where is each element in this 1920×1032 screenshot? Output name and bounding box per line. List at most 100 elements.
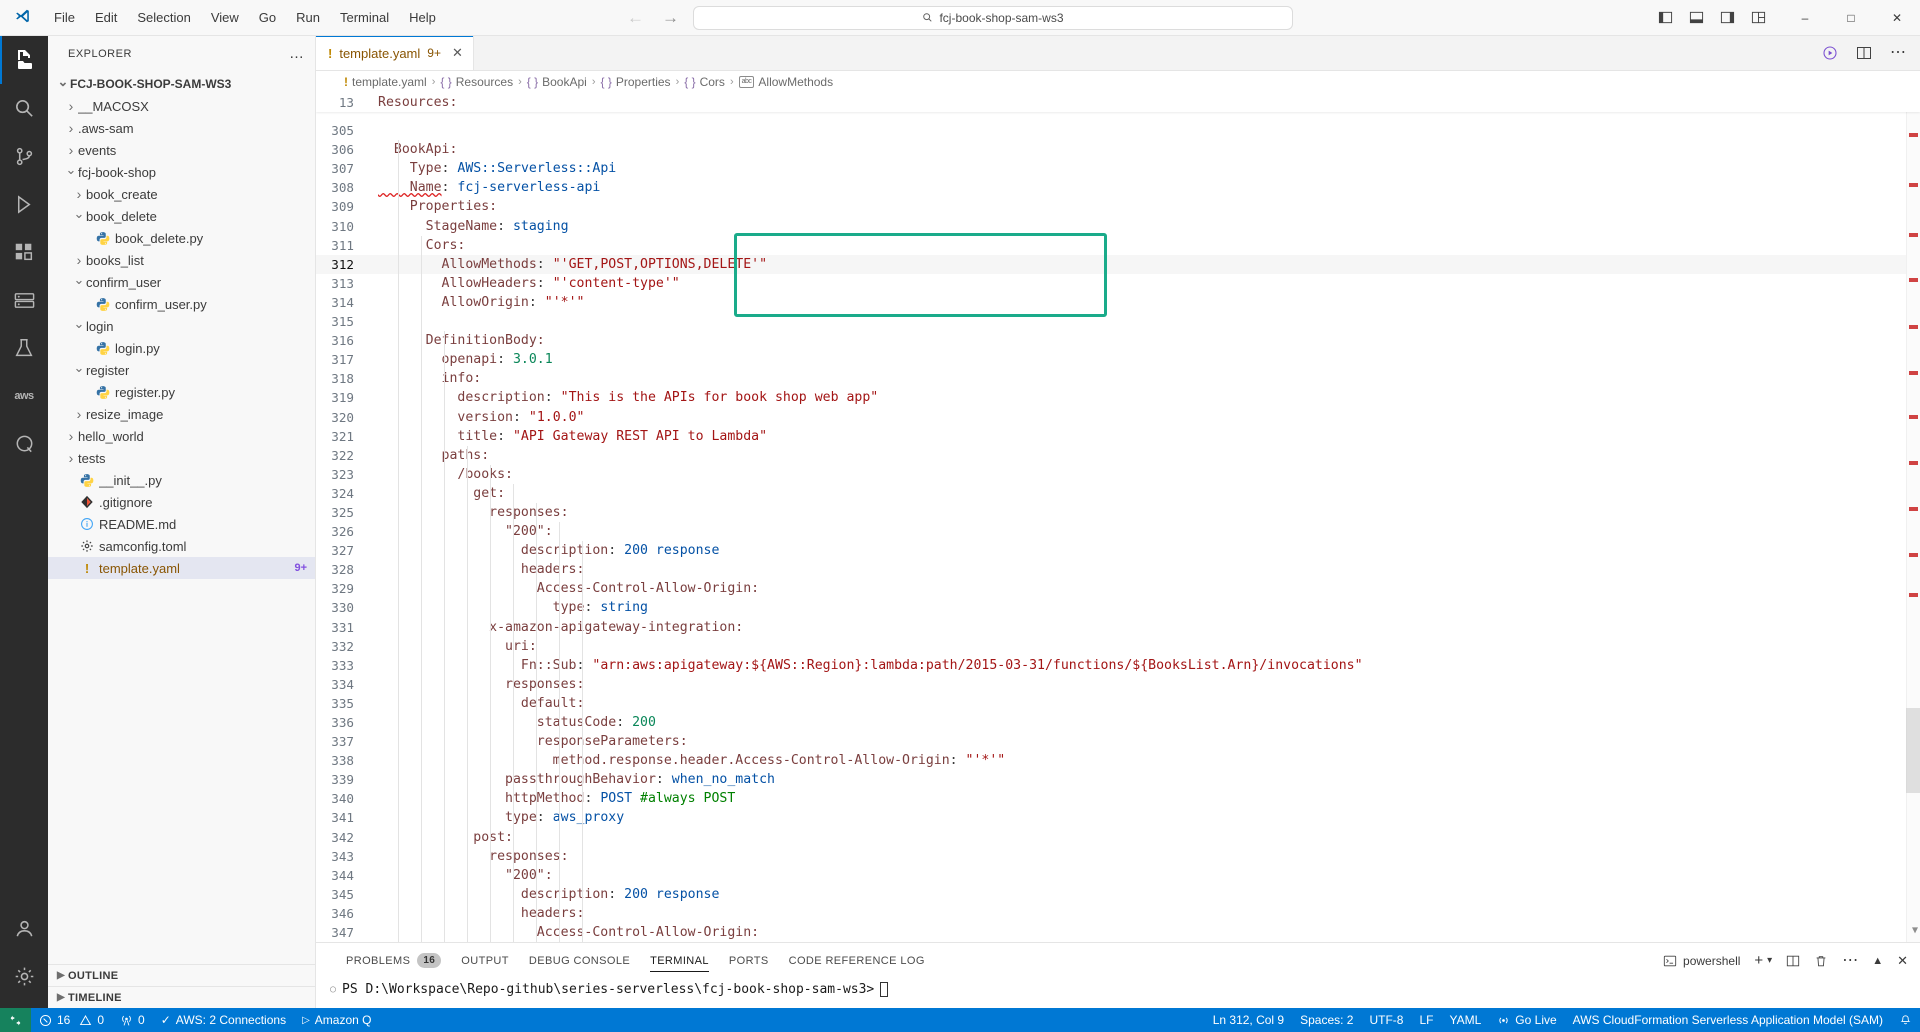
tree-folder-hello_world[interactable]: › hello_world: [48, 425, 315, 447]
code-line-310[interactable]: 310 StageName: staging: [316, 217, 1920, 236]
code-line-333[interactable]: 333 Fn::Sub: "arn:aws:apigateway:${AWS::…: [316, 656, 1920, 675]
notifications-bell-icon[interactable]: [1891, 1008, 1920, 1032]
code-line-346[interactable]: 346 headers:: [316, 904, 1920, 923]
code-editor[interactable]: 13 Resources: 305 306 BookApi: 307 Type: A…: [316, 93, 1920, 943]
remote-explorer-icon[interactable]: [0, 276, 48, 324]
extensions-icon[interactable]: [0, 228, 48, 276]
settings-gear-icon[interactable]: [0, 952, 48, 1000]
aws-connections-status[interactable]: ✓ AWS: 2 Connections: [153, 1008, 294, 1032]
breadcrumb-item-AllowMethods[interactable]: abc AllowMethods: [738, 75, 833, 89]
testing-icon[interactable]: [0, 324, 48, 372]
code-line-332[interactable]: 332 uri:: [316, 637, 1920, 656]
trash-icon[interactable]: [1814, 954, 1828, 968]
panel-tab-output[interactable]: OUTPUT: [451, 943, 519, 978]
code-line-326[interactable]: 326 "200":: [316, 522, 1920, 541]
breadcrumb-item-template.yaml[interactable]: ! template.yaml: [344, 75, 427, 89]
code-line-334[interactable]: 334 responses:: [316, 675, 1920, 694]
code-line-317[interactable]: 317 openapi: 3.0.1: [316, 350, 1920, 369]
aws-toolkit-icon[interactable]: aws: [0, 372, 48, 420]
breadcrumb-item-BookApi[interactable]: { } BookApi: [527, 75, 587, 89]
tree-file-__init__.py[interactable]: __init__.py: [48, 469, 315, 491]
remote-window-icon[interactable]: [0, 1008, 31, 1032]
code-line-309[interactable]: 309 Properties:: [316, 197, 1920, 216]
problems-status[interactable]: 16 0: [31, 1008, 112, 1032]
code-line-344[interactable]: 344 "200":: [316, 866, 1920, 885]
code-line-328[interactable]: 328 headers:: [316, 560, 1920, 579]
code-line-320[interactable]: 320 version: "1.0.0": [316, 408, 1920, 427]
tree-folder-register[interactable]: ⌄ register: [48, 359, 315, 381]
scrollbar-thumb[interactable]: [1906, 708, 1920, 793]
code-line-343[interactable]: 343 responses:: [316, 847, 1920, 866]
code-line-347[interactable]: 347 Access-Control-Allow-Origin:: [316, 923, 1920, 942]
toggle-secondary-sidebar-icon[interactable]: [1720, 10, 1735, 25]
tree-folder-book_create[interactable]: › book_create: [48, 183, 315, 205]
tree-file-confirm_user.py[interactable]: confirm_user.py: [48, 293, 315, 315]
tree-folder-confirm_user[interactable]: ⌄ confirm_user: [48, 271, 315, 293]
language-mode[interactable]: YAML: [1442, 1008, 1490, 1032]
close-icon[interactable]: ✕: [452, 45, 463, 61]
breadcrumb-item-Properties[interactable]: { } Properties: [601, 75, 671, 89]
code-line-342[interactable]: 342 post:: [316, 828, 1920, 847]
code-line-322[interactable]: 322 paths:: [316, 446, 1920, 465]
code-line-325[interactable]: 325 responses:: [316, 503, 1920, 522]
tree-folder-events[interactable]: › events: [48, 139, 315, 161]
code-line-338[interactable]: 338 method.response.header.Access-Contro…: [316, 751, 1920, 770]
code-line-311[interactable]: 311 Cors:: [316, 236, 1920, 255]
menu-run[interactable]: Run: [286, 5, 330, 31]
editor-scrollbar[interactable]: ▲ ▼: [1906, 93, 1920, 943]
tree-file-template.yaml[interactable]: ! template.yaml 9+: [48, 557, 315, 579]
encoding[interactable]: UTF-8: [1361, 1008, 1411, 1032]
tree-root-folder[interactable]: ⌄ FCJ-BOOK-SHOP-SAM-WS3: [48, 73, 315, 95]
arrow-left-icon[interactable]: ←: [627, 9, 644, 26]
customize-layout-icon[interactable]: [1751, 10, 1766, 25]
code-line-318[interactable]: 318 info:: [316, 369, 1920, 388]
chevron-down-icon[interactable]: ▾: [1767, 955, 1772, 966]
tree-file-.gitignore[interactable]: .gitignore: [48, 491, 315, 513]
code-line-335[interactable]: 335 default:: [316, 694, 1920, 713]
code-line-336[interactable]: 336 statusCode: 200: [316, 713, 1920, 732]
code-line-329[interactable]: 329 Access-Control-Allow-Origin:: [316, 579, 1920, 598]
code-line-324[interactable]: 324 get:: [316, 484, 1920, 503]
tree-folder-tests[interactable]: › tests: [48, 447, 315, 469]
code-line-339[interactable]: 339 passthroughBehavior: when_no_match: [316, 770, 1920, 789]
code-line-341[interactable]: 341 type: aws_proxy: [316, 808, 1920, 827]
source-control-icon[interactable]: [0, 132, 48, 180]
tree-file-register.py[interactable]: register.py: [48, 381, 315, 403]
sidebar-more-actions-icon[interactable]: …: [289, 45, 305, 62]
breadcrumb-item-Cors[interactable]: { } Cors: [684, 75, 725, 89]
indentation[interactable]: Spaces: 2: [1292, 1008, 1361, 1032]
code-line-312[interactable]: 312 AllowMethods: "'GET,POST,OPTIONS,DEL…: [316, 254, 1920, 274]
accounts-icon[interactable]: [0, 904, 48, 952]
code-line-327[interactable]: 327 description: 200 response: [316, 541, 1920, 560]
tree-folder-login[interactable]: ⌄ login: [48, 315, 315, 337]
amazon-q-status[interactable]: ▷ Amazon Q: [294, 1008, 379, 1032]
tree-file-samconfig.toml[interactable]: samconfig.toml: [48, 535, 315, 557]
code-line-319[interactable]: 319 description: "This is the APIs for b…: [316, 388, 1920, 407]
outline-section[interactable]: ▶ OUTLINE: [48, 964, 315, 986]
code-line-323[interactable]: 323 /books:: [316, 465, 1920, 484]
tree-folder-fcj-book-shop[interactable]: ⌄ fcj-book-shop: [48, 161, 315, 183]
plus-icon[interactable]: +: [1754, 952, 1763, 969]
go-live[interactable]: Go Live: [1489, 1008, 1564, 1032]
code-line-306[interactable]: 306 BookApi:: [316, 140, 1920, 159]
code-line-337[interactable]: 337 responseParameters:: [316, 732, 1920, 751]
code-line-345[interactable]: 345 description: 200 response: [316, 885, 1920, 904]
close-button[interactable]: ✕: [1874, 0, 1920, 36]
code-line-315[interactable]: 315: [316, 312, 1920, 331]
tree-file-book_delete.py[interactable]: book_delete.py: [48, 227, 315, 249]
code-line-316[interactable]: 316 DefinitionBody:: [316, 331, 1920, 350]
breadcrumb-item-Resources[interactable]: { } Resources: [440, 75, 513, 89]
tree-folder-.aws-sam[interactable]: › .aws-sam: [48, 117, 315, 139]
amazon-q-icon[interactable]: [0, 420, 48, 468]
scroll-down-icon[interactable]: ▼: [1912, 921, 1918, 940]
code-line-331[interactable]: 331 x-amazon-apigateway-integration:: [316, 618, 1920, 637]
cloudformation-status[interactable]: AWS CloudFormation Serverless Applicatio…: [1565, 1008, 1891, 1032]
menu-selection[interactable]: Selection: [127, 5, 200, 31]
cursor-position[interactable]: Ln 312, Col 9: [1205, 1008, 1292, 1032]
code-line-330[interactable]: 330 type: string: [316, 598, 1920, 617]
menu-go[interactable]: Go: [249, 5, 286, 31]
tree-folder-books_list[interactable]: › books_list: [48, 249, 315, 271]
maximize-button[interactable]: □: [1828, 0, 1874, 36]
panel-tab-problems[interactable]: PROBLEMS 16: [336, 943, 451, 978]
timeline-section[interactable]: ▶ TIMELINE: [48, 986, 315, 1008]
